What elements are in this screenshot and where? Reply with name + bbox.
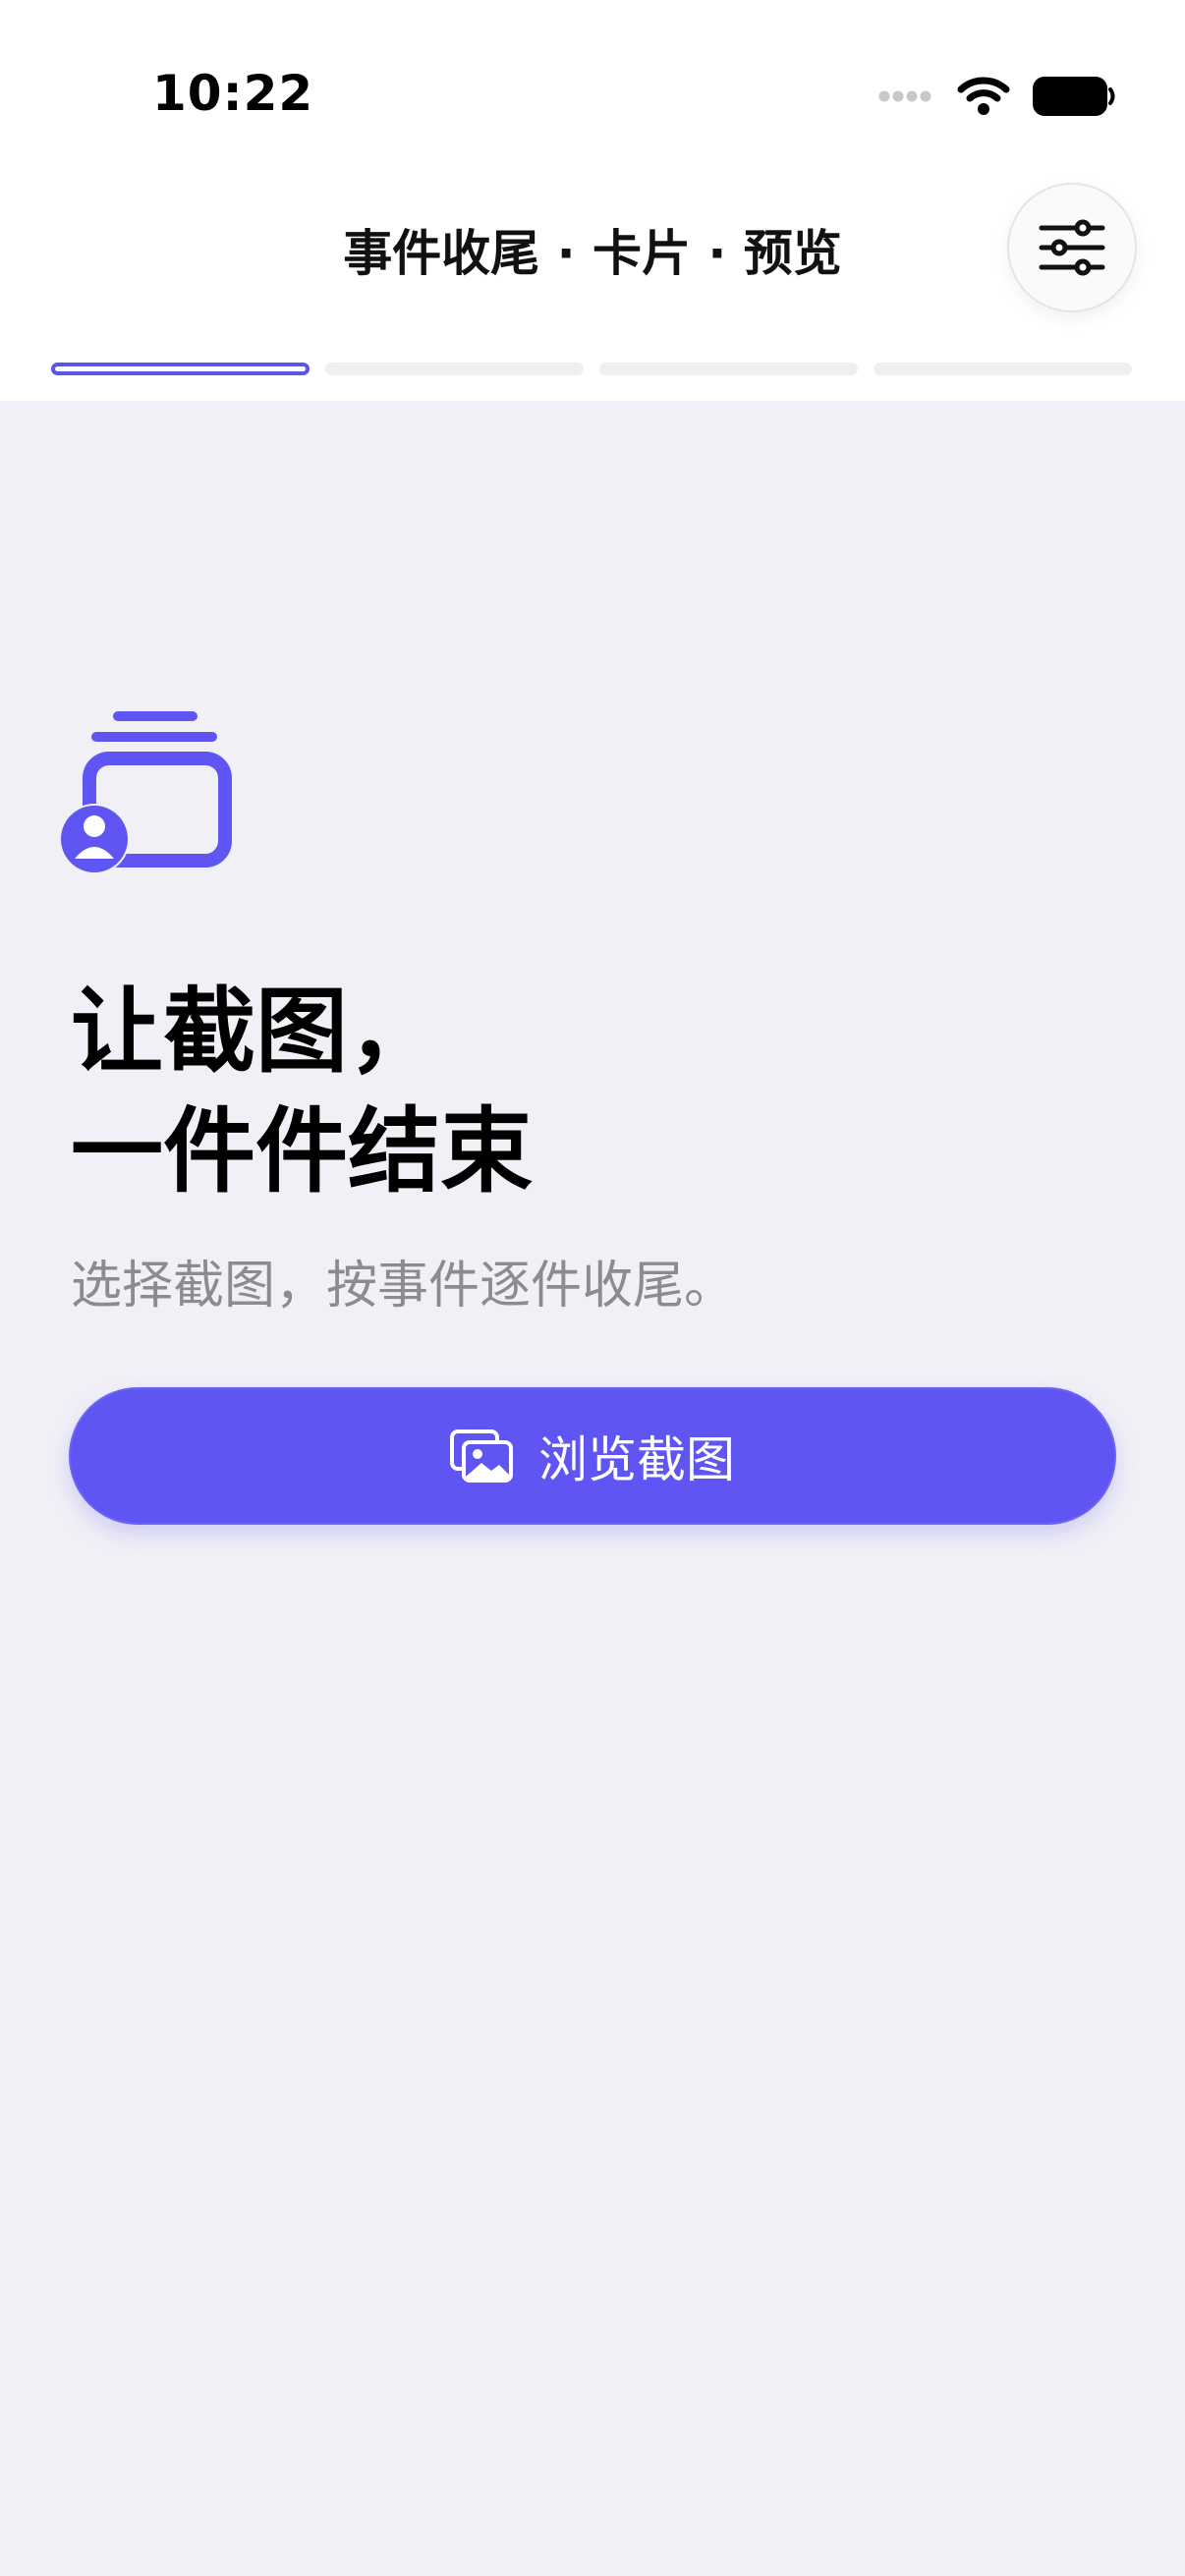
photos-icon bbox=[450, 1429, 513, 1483]
browse-button-label: 浏览截图 bbox=[538, 1431, 735, 1488]
settings-button[interactable] bbox=[1007, 183, 1137, 312]
signal-dots-icon bbox=[878, 90, 931, 102]
battery-icon bbox=[1033, 77, 1115, 116]
status-time: 10:22 bbox=[152, 65, 314, 122]
headline-line-2: 一件件结束 bbox=[71, 1098, 534, 1205]
hero-subtitle: 选择截图，按事件逐件收尾。 bbox=[71, 1257, 736, 1316]
progress-step-1 bbox=[51, 363, 310, 375]
browse-screenshots-button[interactable]: 浏览截图 bbox=[69, 1387, 1116, 1525]
top-bar: 10:22 事件收尾 · 卡片 · 预览 bbox=[0, 0, 1185, 401]
screenshots-stack-user-icon bbox=[57, 711, 234, 882]
progress-step-2 bbox=[325, 363, 584, 375]
hero-headline: 让截图， 一件件结束 bbox=[71, 973, 533, 1212]
wifi-icon bbox=[957, 77, 1010, 115]
step-progress bbox=[51, 363, 1132, 375]
sliders-icon bbox=[1039, 219, 1105, 276]
status-indicators bbox=[876, 69, 1116, 124]
progress-step-3 bbox=[599, 363, 858, 375]
progress-step-4 bbox=[874, 363, 1132, 375]
headline-line-1: 让截图， bbox=[71, 979, 441, 1086]
